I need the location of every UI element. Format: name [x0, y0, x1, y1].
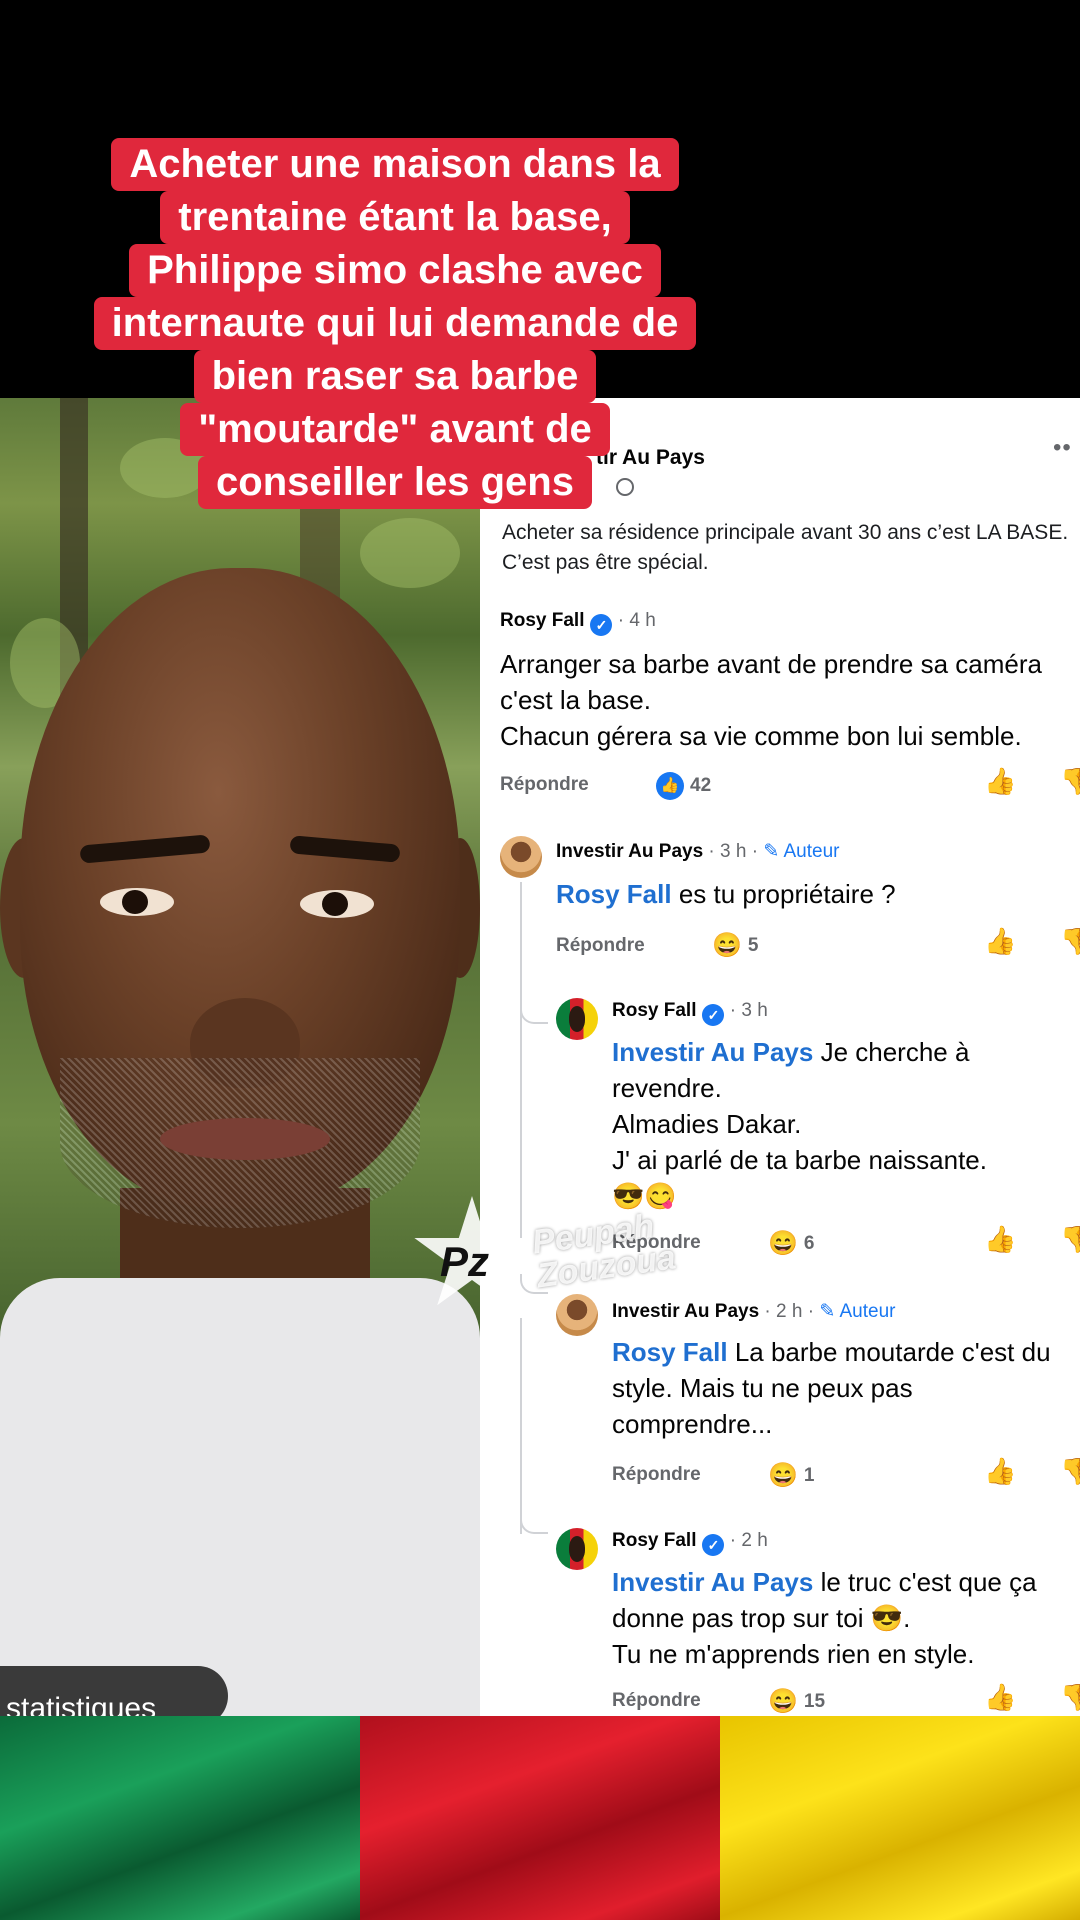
thread-line	[520, 1004, 548, 1024]
comment-body: es tu propriétaire ?	[671, 879, 896, 909]
mention-link[interactable]: Investir Au Pays	[612, 1037, 813, 1067]
reply-button[interactable]: Répondre	[500, 774, 589, 796]
reaction-count: 5	[747, 935, 759, 956]
comment-author[interactable]: Rosy Fall ✓ · 2 h	[612, 1530, 768, 1556]
headline-line: trentaine étant la base,	[160, 191, 630, 244]
comment-text: Rosy Fall es tu propriétaire ?	[556, 876, 1076, 912]
video-frame: statistiques	[0, 398, 480, 1716]
comment-time: · 2 h ·	[764, 1301, 815, 1322]
author-tag: ✎ Auteur	[763, 841, 840, 862]
haha-reaction-icon: 😄	[768, 1688, 798, 1715]
like-button-icon[interactable]: 👍	[984, 1456, 1016, 1487]
comment-text: Investir Au Pays le truc c'est que ça do…	[612, 1564, 1072, 1672]
watermark-logo: Pz Peupah Zouzoua	[412, 1196, 732, 1316]
post-text: Acheter sa résidence principale avant 30…	[502, 521, 1069, 574]
reaction-count: 42	[690, 775, 712, 796]
person-eye	[300, 890, 374, 918]
comment-author[interactable]: Investir Au Pays · 3 h · ✎ Auteur	[556, 840, 839, 863]
dislike-button-icon[interactable]: 👎	[1060, 926, 1080, 957]
comment-author[interactable]: Rosy Fall ✓ · 4 h	[500, 610, 656, 636]
stats-button[interactable]: statistiques	[0, 1666, 228, 1716]
comment-author-name[interactable]: Rosy Fall	[612, 1530, 696, 1551]
comment-time: · 3 h	[729, 1000, 768, 1021]
like-button-icon[interactable]: 👍	[984, 1682, 1016, 1713]
comment-author[interactable]: Rosy Fall ✓ · 3 h	[612, 1000, 768, 1026]
verified-badge-icon: ✓	[702, 1004, 725, 1026]
cameroon-flag	[0, 1716, 1080, 1920]
comment-text: Investir Au Pays Je cherche à revendre. …	[612, 1034, 1072, 1214]
haha-reaction-icon: 😄	[768, 1462, 798, 1489]
reaction-count: 6	[803, 1233, 815, 1254]
reaction-summary[interactable]: 😄 1	[768, 1462, 814, 1490]
avatar[interactable]	[500, 836, 542, 878]
headline-line: "moutarde" avant de	[180, 403, 610, 456]
headline-line: Philippe simo clashe avec	[129, 244, 661, 297]
avatar[interactable]	[556, 998, 598, 1040]
mention-link[interactable]: Rosy Fall	[556, 879, 672, 909]
comment-time: · 3 h ·	[708, 841, 759, 862]
like-reaction-icon: 👍	[656, 772, 684, 800]
headline-line: bien raser sa barbe	[193, 350, 597, 403]
reply-button[interactable]: Répondre	[556, 935, 645, 957]
person-shirt	[0, 1278, 480, 1716]
like-button-icon[interactable]: 👍	[984, 766, 1016, 797]
comment-author-name[interactable]: Rosy Fall	[500, 610, 584, 631]
haha-reaction-icon: 😄	[712, 932, 742, 959]
person-mouth	[160, 1118, 330, 1160]
headline-line: internaute qui lui demande de	[93, 297, 697, 350]
dislike-button-icon[interactable]: 👎	[1060, 1224, 1080, 1255]
mention-link[interactable]: Investir Au Pays	[612, 1567, 813, 1597]
dislike-button-icon[interactable]: 👎	[1060, 766, 1080, 797]
comment-time: · 2 h	[729, 1530, 768, 1551]
flag-green-band	[0, 1716, 360, 1920]
verified-badge-icon: ✓	[590, 614, 613, 636]
background-leaf	[360, 518, 460, 588]
person-eye	[100, 888, 174, 916]
like-button-icon[interactable]: 👍	[984, 1224, 1016, 1255]
comment-text: Arranger sa barbe avant de prendre sa ca…	[500, 649, 1042, 751]
author-tag-label: Auteur	[783, 841, 840, 862]
headline-caption: Acheter une maison dans la trentaine éta…	[75, 138, 715, 509]
comment-author-name[interactable]: Investir Au Pays	[556, 841, 703, 862]
thread-line	[520, 1514, 548, 1534]
reply-button[interactable]: Répondre	[612, 1690, 701, 1712]
headline-line: Acheter une maison dans la	[111, 138, 679, 191]
reply-button[interactable]: Répondre	[612, 1464, 701, 1486]
dislike-button-icon[interactable]: 👎	[1060, 1456, 1080, 1487]
comment-text: Rosy Fall La barbe moutarde c'est du sty…	[612, 1334, 1072, 1442]
haha-reaction-icon: 😄	[768, 1230, 798, 1257]
avatar[interactable]	[556, 1528, 598, 1570]
comment-author-name[interactable]: Rosy Fall	[612, 1000, 696, 1021]
author-tag-label: Auteur	[839, 1301, 896, 1322]
flag-yellow-band	[720, 1716, 1080, 1920]
headline-line: conseiller les gens	[198, 456, 592, 509]
reaction-count: 1	[803, 1465, 815, 1486]
stats-label: statistiques	[6, 1692, 157, 1716]
reaction-count: 15	[803, 1691, 826, 1712]
comment-time: · 4 h	[617, 610, 656, 631]
reaction-summary[interactable]: 😄 5	[712, 932, 758, 960]
flag-red-band	[360, 1716, 720, 1920]
verified-badge-icon: ✓	[702, 1534, 725, 1556]
author-tag: ✎ Auteur	[819, 1301, 896, 1322]
watermark-text: Peupah Zouzoua	[530, 1207, 678, 1295]
mention-link[interactable]: Rosy Fall	[612, 1337, 728, 1367]
like-button-icon[interactable]: 👍	[984, 926, 1016, 957]
dislike-button-icon[interactable]: 👎	[1060, 1682, 1080, 1713]
reaction-summary[interactable]: 👍 42	[656, 772, 711, 800]
comments-panel: tir Au Pays •• Acheter sa résidence prin…	[480, 398, 1080, 1716]
reaction-summary[interactable]: 😄 15	[768, 1688, 825, 1716]
more-options-icon[interactable]: ••	[1053, 434, 1072, 462]
thread-line	[520, 1318, 522, 1534]
thread-line	[520, 882, 522, 1238]
watermark-pz: Pz	[440, 1238, 490, 1285]
reaction-summary[interactable]: 😄 6	[768, 1230, 814, 1258]
